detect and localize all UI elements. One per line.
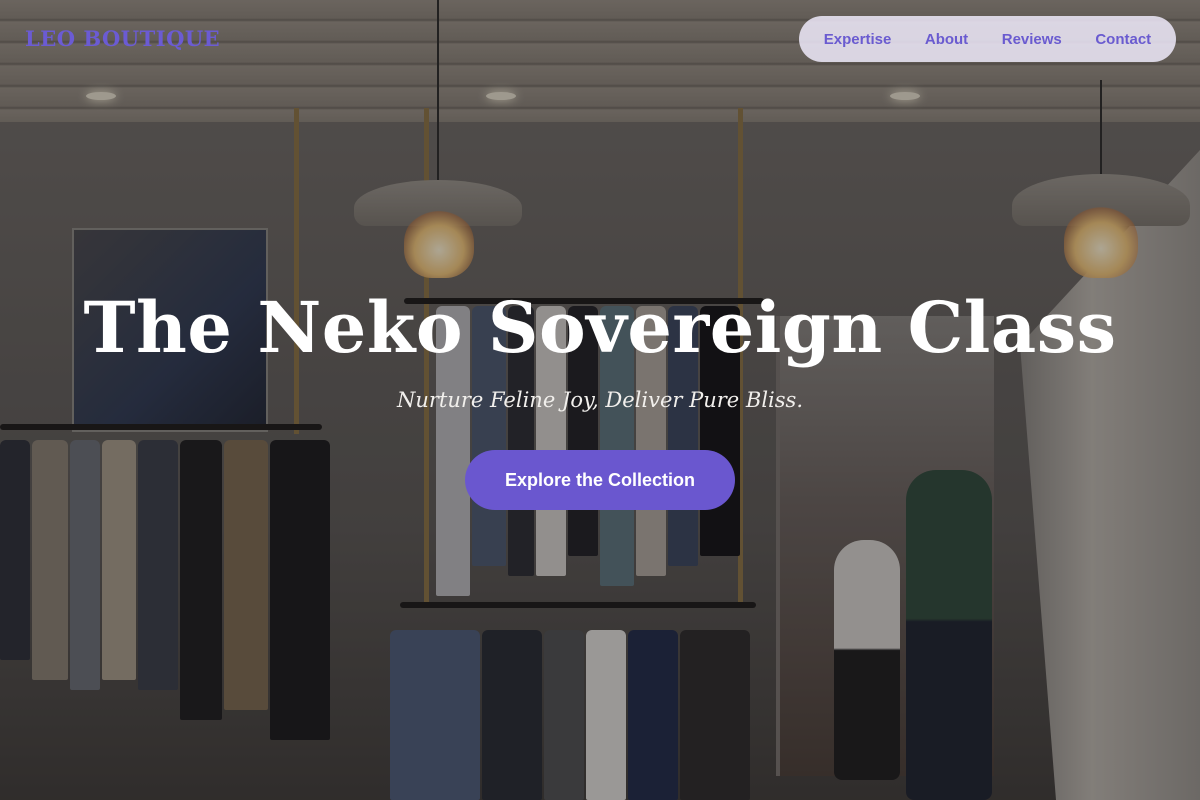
explore-collection-button[interactable]: Explore the Collection: [465, 450, 735, 510]
hero-title: The Neko Sovereign Class: [83, 286, 1117, 369]
nav-link-expertise[interactable]: Expertise: [824, 31, 892, 48]
nav-link-contact[interactable]: Contact: [1095, 31, 1151, 48]
brand-logo[interactable]: LEO BOUTIQUE: [25, 26, 220, 51]
nav-link-about[interactable]: About: [925, 31, 968, 48]
nav-link-reviews[interactable]: Reviews: [1002, 31, 1062, 48]
top-nav: Expertise About Reviews Contact: [799, 16, 1176, 62]
hero-subtitle: Nurture Feline Joy, Deliver Pure Bliss.: [396, 388, 804, 412]
